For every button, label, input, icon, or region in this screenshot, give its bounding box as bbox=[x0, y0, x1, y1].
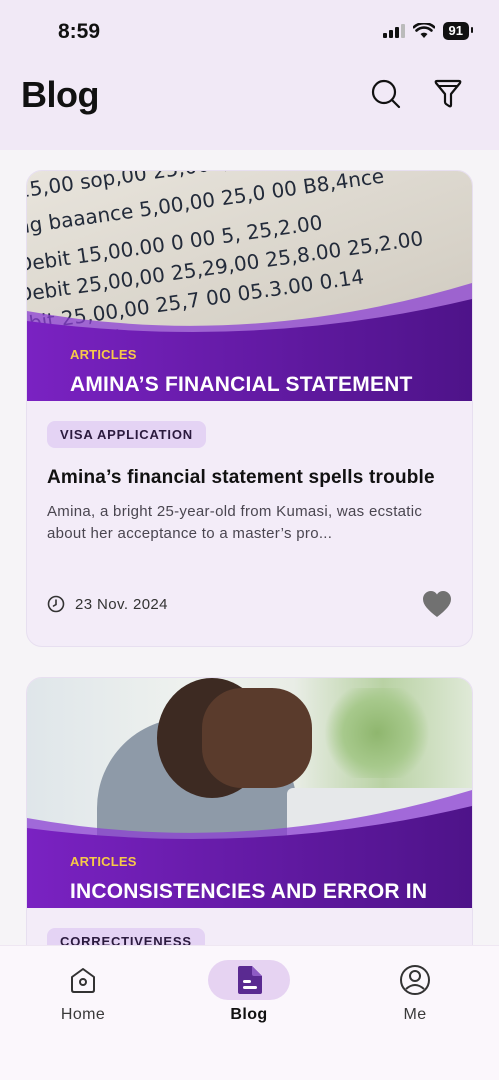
blog-feed[interactable]: 15,00 sop,00 25,000,00 ng baaance 5,00,0… bbox=[0, 150, 499, 945]
post-tag[interactable]: CORRECTIVENESS bbox=[47, 928, 205, 945]
nav-label-home: Home bbox=[60, 1006, 106, 1023]
profile-icon bbox=[400, 965, 430, 995]
filter-button[interactable] bbox=[432, 78, 464, 110]
post-meta: 23 Nov. 2024 bbox=[47, 590, 452, 618]
post-category: ARTICLES bbox=[70, 347, 137, 362]
bottom-nav: Home Blog Me bbox=[0, 945, 499, 1080]
post-body: CORRECTIVENESS bbox=[27, 908, 472, 945]
post-tag[interactable]: VISA APPLICATION bbox=[47, 421, 206, 448]
search-icon bbox=[371, 79, 401, 109]
post-cover-image: 15,00 sop,00 25,000,00 ng baaance 5,00,0… bbox=[27, 171, 472, 401]
post-category: ARTICLES bbox=[70, 854, 137, 869]
status-time: 8:59 bbox=[58, 20, 101, 43]
blog-post-card[interactable]: ARTICLES INCONSISTENCIES AND ERROR IN CO… bbox=[26, 677, 473, 945]
clock-icon bbox=[47, 595, 65, 613]
post-title[interactable]: Amina’s financial statement spells troub… bbox=[47, 464, 452, 491]
post-body: VISA APPLICATION Amina’s financial state… bbox=[27, 401, 472, 545]
nav-label-me: Me bbox=[403, 1006, 427, 1023]
blog-icon bbox=[238, 966, 262, 994]
nav-item-blog[interactable]: Blog bbox=[194, 960, 304, 1024]
filter-icon bbox=[434, 79, 462, 108]
status-icons: 91 bbox=[382, 22, 474, 40]
home-icon bbox=[71, 968, 95, 993]
page-title: Blog bbox=[21, 74, 99, 115]
status-bar: 8:59 91 bbox=[0, 0, 499, 62]
wifi-icon bbox=[412, 23, 435, 38]
post-cover-image: ARTICLES INCONSISTENCIES AND ERROR IN bbox=[27, 678, 472, 908]
post-date: 23 Nov. 2024 bbox=[75, 595, 168, 613]
nav-label-blog: Blog bbox=[230, 1006, 268, 1023]
post-excerpt: Amina, a bright 25-year-old from Kumasi,… bbox=[47, 503, 423, 542]
battery-icon: 91 bbox=[442, 22, 474, 40]
nav-item-home[interactable]: Home bbox=[28, 960, 138, 1024]
search-button[interactable] bbox=[370, 78, 402, 110]
blog-post-card[interactable]: 15,00 sop,00 25,000,00 ng baaance 5,00,0… bbox=[26, 170, 473, 647]
app-header: Blog bbox=[0, 62, 499, 150]
post-banner-headline: INCONSISTENCIES AND ERROR IN bbox=[70, 880, 428, 903]
heart-icon[interactable] bbox=[422, 590, 452, 618]
signal-icon bbox=[382, 24, 405, 38]
nav-item-me[interactable]: Me bbox=[360, 960, 470, 1024]
post-banner-headline: AMINA’S FINANCIAL STATEMENT bbox=[70, 373, 413, 396]
